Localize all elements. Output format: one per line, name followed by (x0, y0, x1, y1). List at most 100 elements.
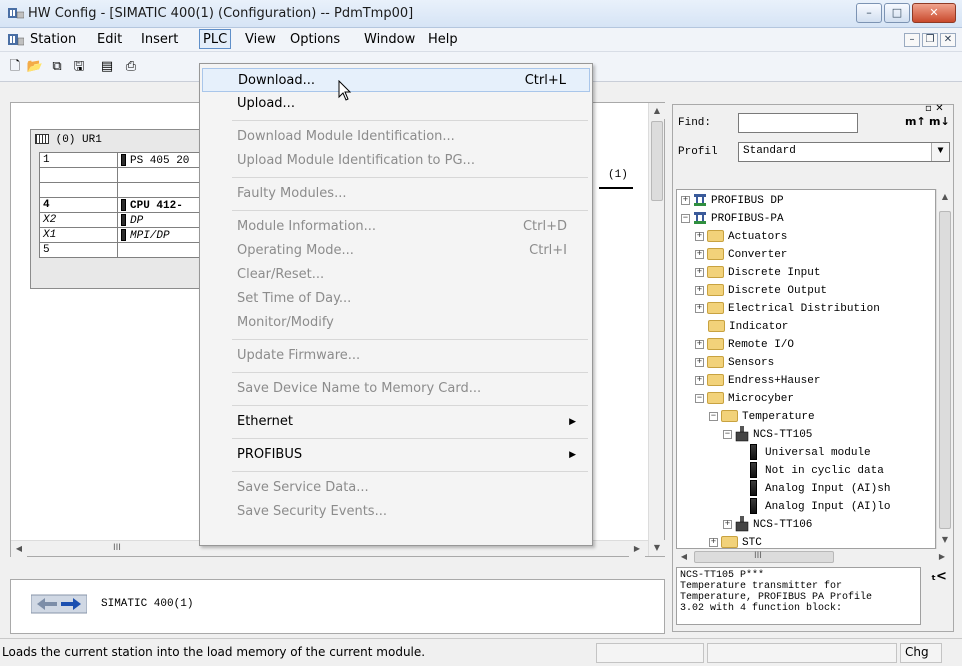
rack-row[interactable]: X1 MPI/DP (39, 227, 213, 243)
expand-icon[interactable]: + (695, 375, 704, 385)
menu-item-save-service-data: Save Service Data... (237, 480, 369, 495)
rack-ur1[interactable]: (0) UR1 1 PS 405 20 4 CPU 412- X2 DP X1 MPI/… (30, 129, 220, 289)
tree-scroll-right-icon[interactable]: ▶ (934, 549, 950, 565)
module-icon (750, 462, 757, 479)
expand-icon[interactable]: + (695, 357, 704, 367)
save-icon[interactable]: 🖫 (70, 58, 88, 76)
tree-scroll-down-icon[interactable]: ▼ (937, 532, 953, 548)
tree-item[interactable]: + Endress+Hauser (695, 372, 820, 390)
tree-item[interactable]: + PROFIBUS DP (681, 192, 784, 210)
profil-select[interactable]: Standard ▼ (738, 142, 950, 162)
rack-row[interactable]: 1 PS 405 20 (39, 152, 213, 168)
detail-station-name: SIMATIC 400(1) (101, 598, 194, 610)
tree-item[interactable]: Analog Input (AI)sh (737, 480, 890, 498)
print-icon[interactable]: ⎙ (122, 58, 140, 76)
menu-help[interactable]: Help (428, 32, 458, 47)
new-file-icon[interactable]: 🗋 (6, 58, 24, 76)
mdi-close-button[interactable]: ✕ (940, 33, 956, 47)
rack-row[interactable]: X2 DP (39, 212, 213, 228)
tree-vertical-scrollbar[interactable]: ▲ ▼ (936, 189, 953, 549)
menu-station[interactable]: Station (30, 32, 76, 47)
tree-item[interactable]: Analog Input (AI)lo (737, 498, 890, 516)
menu-item-update-firmware: Update Firmware... (237, 348, 361, 363)
catalog-info-toggle-icon[interactable]: ₜ< (931, 569, 947, 584)
menu-item-ethernet[interactable]: Ethernet ▶ (202, 410, 590, 434)
collapse-icon[interactable]: − (709, 411, 718, 421)
tree-item[interactable]: + Converter (695, 246, 787, 264)
tree-item[interactable]: + Discrete Output (695, 282, 827, 300)
compile-icon[interactable]: ▤ (98, 58, 116, 76)
tree-scroll-up-icon[interactable]: ▲ (937, 189, 953, 205)
tree-item[interactable]: − NCS-TT105 (723, 426, 812, 444)
minimize-window-button[interactable]: – (856, 3, 882, 23)
menu-window[interactable]: Window (364, 32, 415, 47)
menu-bar: Station Edit Insert PLC View Options Win… (0, 28, 962, 52)
mdi-minimize-button[interactable]: – (904, 33, 920, 47)
tree-scroll-thumb[interactable] (939, 211, 951, 529)
tree-horizontal-scrollbar[interactable]: ◀ III ▶ (676, 549, 952, 565)
tree-item[interactable]: Universal module (737, 444, 871, 462)
rack-row[interactable] (39, 182, 213, 198)
find-previous-icon[interactable]: m↓ (929, 115, 950, 128)
close-window-button[interactable]: ✕ (912, 3, 956, 23)
tree-scroll-left-icon[interactable]: ◀ (676, 549, 692, 565)
collapse-icon[interactable]: − (695, 393, 704, 403)
expand-icon[interactable]: + (695, 339, 704, 349)
find-next-icon[interactable]: m↑ (905, 115, 926, 128)
menu-item-upload[interactable]: Upload... (202, 92, 590, 116)
tree-item[interactable]: + Actuators (695, 228, 787, 246)
station-window-icon[interactable] (8, 33, 24, 47)
tree-item[interactable]: Not in cyclic data (737, 462, 884, 480)
scroll-thumb[interactable] (651, 121, 663, 201)
find-label: Find: (678, 117, 712, 129)
scroll-left-arrow-icon[interactable]: ◀ (11, 541, 27, 557)
expand-icon[interactable]: + (695, 267, 704, 277)
dropdown-arrow-icon[interactable]: ▼ (931, 143, 949, 161)
expand-icon[interactable]: + (723, 519, 732, 529)
open-folder-icon[interactable]: 📂 (26, 58, 44, 76)
menu-separator (232, 471, 588, 472)
collapse-icon[interactable]: − (723, 429, 732, 439)
catalog-close-icon[interactable]: ▫ ✕ (925, 103, 944, 114)
tree-item[interactable]: + Sensors (695, 354, 774, 372)
tree-item[interactable]: − Microcyber (695, 390, 794, 408)
find-input[interactable] (738, 113, 858, 133)
scroll-down-arrow-icon[interactable]: ▼ (649, 540, 665, 556)
navigation-arrows-icon[interactable] (31, 594, 87, 614)
tree-item[interactable]: + NCS-TT106 (723, 516, 812, 534)
expand-icon[interactable]: + (695, 231, 704, 241)
menu-view[interactable]: View (245, 32, 276, 47)
tree-item[interactable]: Indicator (695, 318, 788, 336)
tree-hscroll-thumb[interactable] (694, 551, 834, 563)
menu-edit[interactable]: Edit (97, 32, 122, 47)
rack-row[interactable]: 5 (39, 242, 213, 258)
mdi-restore-button[interactable]: ❐ (922, 33, 938, 47)
menu-insert[interactable]: Insert (141, 32, 178, 47)
expand-icon[interactable]: + (681, 195, 690, 205)
folder-icon (707, 302, 724, 315)
expand-icon[interactable]: + (709, 537, 718, 547)
tree-item[interactable]: + Electrical Distribution (695, 300, 880, 318)
dp-master-system-line[interactable] (599, 187, 633, 189)
scroll-right-arrow-icon[interactable]: ▶ (629, 541, 645, 557)
menu-plc[interactable]: PLC (199, 29, 232, 49)
rack-row[interactable] (39, 167, 213, 183)
menu-options[interactable]: Options (290, 32, 340, 47)
tree-item[interactable]: + STC (709, 534, 762, 548)
catalog-info-text: NCS-TT105 P*** Temperature transmitter f… (676, 567, 921, 625)
tree-item[interactable]: + Discrete Input (695, 264, 820, 282)
expand-icon[interactable]: + (695, 285, 704, 295)
tree-item[interactable]: − PROFIBUS-PA (681, 210, 784, 228)
scroll-up-arrow-icon[interactable]: ▲ (649, 103, 665, 119)
tree-item[interactable]: + Remote I/O (695, 336, 794, 354)
maximize-window-button[interactable]: □ (884, 3, 910, 23)
tree-item[interactable]: − Temperature (709, 408, 815, 426)
station-vertical-scrollbar[interactable]: ▲ ▼ (648, 103, 665, 556)
network-icon[interactable]: ⧉ (48, 58, 66, 76)
menu-item-profibus[interactable]: PROFIBUS ▶ (202, 443, 590, 467)
rack-row[interactable]: 4 CPU 412- (39, 197, 213, 213)
expand-icon[interactable]: + (695, 303, 704, 313)
collapse-icon[interactable]: − (681, 213, 690, 223)
expand-icon[interactable]: + (695, 249, 704, 259)
menu-item-download[interactable]: Download... Ctrl+L (202, 68, 590, 92)
